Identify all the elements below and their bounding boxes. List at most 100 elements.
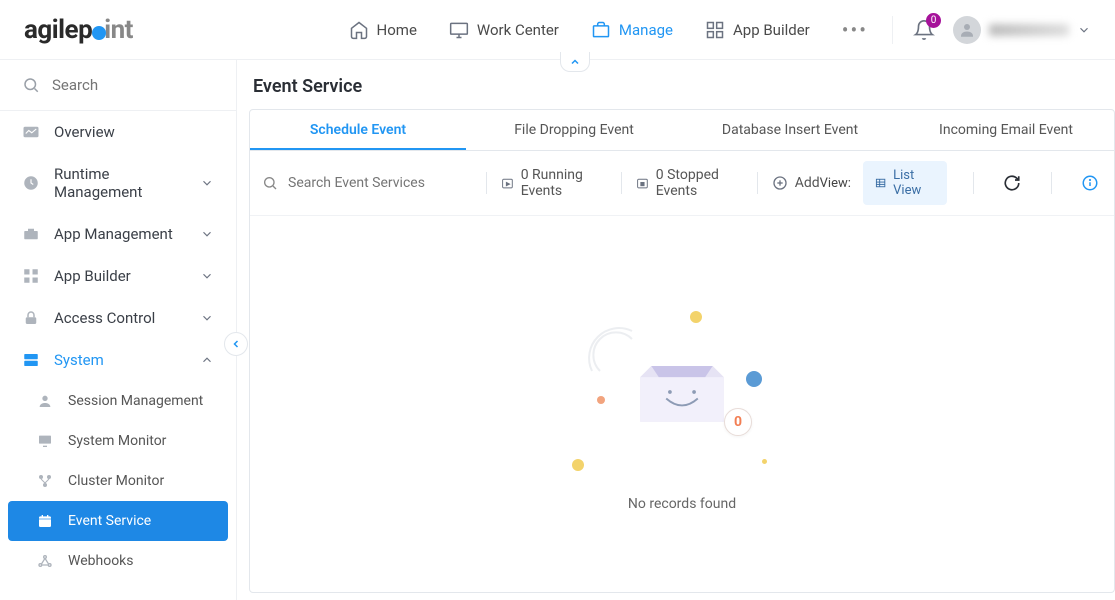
user-name-label xyxy=(989,24,1069,36)
search-icon xyxy=(262,175,278,191)
page-title: Event Service xyxy=(249,72,1115,109)
tab-label: Schedule Event xyxy=(310,122,406,138)
sidebar-item-app-builder[interactable]: App Builder xyxy=(0,255,236,297)
clock-icon xyxy=(22,174,40,192)
nav-work-center[interactable]: Work Center xyxy=(449,20,559,40)
logo[interactable]: agilep int xyxy=(24,15,133,45)
chart-icon xyxy=(22,123,40,141)
user-menu[interactable] xyxy=(953,16,1091,44)
sidebar-sub-cluster-monitor[interactable]: Cluster Monitor xyxy=(0,461,236,501)
empty-count-badge: 0 xyxy=(724,408,752,436)
empty-illustration: 0 xyxy=(582,296,782,476)
plus-circle-icon xyxy=(772,175,788,191)
sidebar-sub-event-service[interactable]: Event Service xyxy=(8,501,228,541)
chevron-down-icon xyxy=(1077,23,1091,37)
sidebar-collapse-button[interactable] xyxy=(224,332,248,356)
add-label: Add xyxy=(795,175,820,191)
sidebar-item-runtime[interactable]: Runtime Management xyxy=(0,153,236,213)
sidebar-item-label: Runtime Management xyxy=(54,165,186,201)
running-events-label: 0 Running Events xyxy=(521,167,607,199)
separator xyxy=(973,172,974,194)
sidebar-item-label: App Builder xyxy=(54,267,131,285)
table-icon xyxy=(875,176,886,190)
box-icon xyxy=(637,366,727,431)
toolbar-search-input[interactable] xyxy=(288,175,438,191)
dot-icon xyxy=(746,371,762,387)
content-card: Schedule Event File Dropping Event Datab… xyxy=(249,109,1115,593)
view-btn-label: List View xyxy=(893,168,935,198)
monitor-icon xyxy=(36,432,54,450)
sidebar-item-app-management[interactable]: App Management xyxy=(0,213,236,255)
nav-home[interactable]: Home xyxy=(349,20,417,40)
nav-manage[interactable]: Manage xyxy=(591,20,673,40)
sidebar-sub-label: Webhooks xyxy=(68,553,134,569)
toolbar-right: View: List View xyxy=(820,161,1102,205)
refresh-button[interactable] xyxy=(1000,168,1025,198)
tab-label: File Dropping Event xyxy=(514,122,634,138)
nav-home-label: Home xyxy=(377,21,417,39)
sidebar-search[interactable] xyxy=(0,60,236,110)
nav-app-builder-label: App Builder xyxy=(733,21,810,39)
sidebar-sub-webhooks[interactable]: Webhooks xyxy=(0,541,236,581)
tabs: Schedule Event File Dropping Event Datab… xyxy=(250,110,1114,151)
tab-label: Database Insert Event xyxy=(722,122,858,138)
sidebar-item-system[interactable]: System xyxy=(0,339,236,381)
separator xyxy=(757,172,758,194)
sidebar-item-label: Access Control xyxy=(54,309,155,327)
toolbar-search[interactable] xyxy=(262,175,472,191)
calendar-icon xyxy=(36,512,54,530)
briefcase-icon xyxy=(591,20,611,40)
main-content: Event Service Schedule Event File Droppi… xyxy=(237,60,1115,600)
stopped-events-button[interactable]: 0 Stopped Events xyxy=(636,167,743,199)
search-icon xyxy=(22,76,40,94)
tab-label: Incoming Email Event xyxy=(939,122,1073,138)
sidebar-item-label: Overview xyxy=(54,123,115,141)
arc-decoration-icon xyxy=(582,321,642,381)
nav-center: Home Work Center Manage App Builder ••• xyxy=(349,18,868,42)
logo-text-b: int xyxy=(104,15,133,45)
dot-icon xyxy=(762,459,767,464)
monitor-icon xyxy=(449,20,469,40)
sidebar-search-input[interactable] xyxy=(52,76,192,94)
separator xyxy=(486,172,487,194)
empty-text: No records found xyxy=(628,496,736,512)
dot-icon xyxy=(690,311,702,323)
tab-schedule-event[interactable]: Schedule Event xyxy=(250,110,466,150)
logo-text-a: agilep xyxy=(24,15,92,45)
topbar-collapse-button[interactable] xyxy=(560,52,590,72)
grid-icon xyxy=(22,267,40,285)
chevron-up-icon xyxy=(569,56,581,68)
grid-icon xyxy=(705,20,725,40)
stop-calendar-icon xyxy=(636,175,649,191)
briefcase-icon xyxy=(22,225,40,243)
nav-manage-label: Manage xyxy=(619,21,673,39)
sidebar-sub-label: System Monitor xyxy=(68,433,166,449)
chevron-down-icon xyxy=(200,311,214,325)
tab-incoming-email[interactable]: Incoming Email Event xyxy=(898,110,1114,150)
user-icon xyxy=(36,392,54,410)
list-view-button[interactable]: List View xyxy=(863,161,947,205)
notifications-button[interactable]: 0 xyxy=(913,19,935,41)
tab-database-insert[interactable]: Database Insert Event xyxy=(682,110,898,150)
view-label: View: xyxy=(820,176,851,191)
sidebar-sub-session[interactable]: Session Management xyxy=(0,381,236,421)
add-button[interactable]: Add xyxy=(772,175,820,191)
stopped-events-label: 0 Stopped Events xyxy=(656,167,743,199)
nav-more-button[interactable]: ••• xyxy=(842,18,868,42)
separator xyxy=(1051,172,1052,194)
lock-icon xyxy=(22,309,40,327)
nav-work-center-label: Work Center xyxy=(477,21,559,39)
refresh-icon xyxy=(1003,174,1021,192)
chevron-up-icon xyxy=(200,353,214,367)
sidebar-item-access-control[interactable]: Access Control xyxy=(0,297,236,339)
top-nav: agilep int Home Work Center Manage App Bu… xyxy=(0,0,1115,60)
toolbar: 0 Running Events 0 Stopped Events Add Vi… xyxy=(250,151,1114,216)
sidebar-sub-label: Cluster Monitor xyxy=(68,473,164,489)
sidebar-item-overview[interactable]: Overview xyxy=(0,111,236,153)
running-events-button[interactable]: 0 Running Events xyxy=(501,167,607,199)
nav-app-builder[interactable]: App Builder xyxy=(705,20,810,40)
sidebar-sub-system-monitor[interactable]: System Monitor xyxy=(0,421,236,461)
tab-file-dropping[interactable]: File Dropping Event xyxy=(466,110,682,150)
sidebar-sub-label: Session Management xyxy=(68,393,203,409)
info-button[interactable] xyxy=(1077,168,1102,198)
